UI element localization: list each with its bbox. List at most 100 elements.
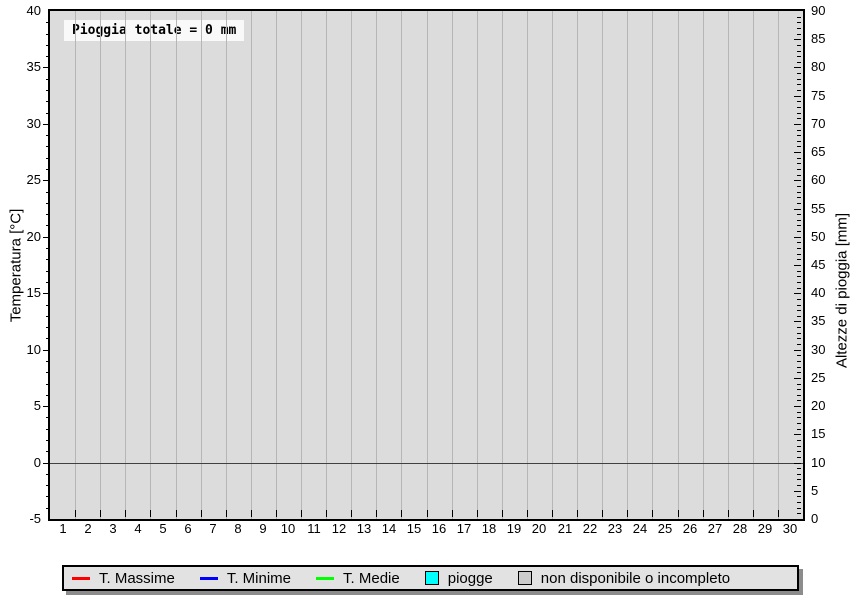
right-axis-tick	[794, 378, 801, 379]
right-axis-tick	[797, 338, 801, 339]
right-axis-tick	[797, 214, 801, 215]
x-axis-tick	[477, 510, 478, 517]
right-axis-tick	[797, 130, 801, 131]
right-axis-tick	[797, 113, 801, 114]
y-left-tick-label: 30	[0, 116, 41, 132]
x-tick-label: 11	[301, 521, 327, 536]
gridline	[100, 11, 101, 519]
right-axis-tick	[794, 406, 801, 407]
x-axis-tick	[176, 510, 177, 517]
x-axis-tick	[351, 510, 352, 517]
y-right-tick-label: 35	[811, 313, 851, 329]
rain-total-annotation: Pioggia totale = 0 mm	[64, 20, 244, 41]
right-axis-tick	[797, 231, 801, 232]
right-axis-tick	[797, 73, 801, 74]
right-axis-tick	[797, 225, 801, 226]
right-axis-tick	[797, 90, 801, 91]
gridline	[502, 11, 503, 519]
x-tick-label: 5	[150, 521, 176, 536]
x-axis-tick	[778, 510, 779, 517]
right-axis-tick	[797, 344, 801, 345]
right-axis-tick	[797, 451, 801, 452]
right-axis-tick	[797, 310, 801, 311]
y-left-tick-label: 40	[0, 3, 41, 19]
left-axis-tick	[43, 67, 50, 68]
x-axis-tick	[251, 510, 252, 517]
x-tick-label: 6	[175, 521, 201, 536]
right-axis-tick	[797, 316, 801, 317]
left-axis-tick	[46, 271, 50, 272]
x-tick-label: 22	[577, 521, 603, 536]
left-axis-tick	[46, 508, 50, 509]
left-axis-tick	[46, 451, 50, 452]
left-axis-tick	[46, 135, 50, 136]
left-axis-tick	[46, 203, 50, 204]
right-axis-tick	[797, 248, 801, 249]
x-axis-tick	[201, 510, 202, 517]
x-tick-label: 12	[326, 521, 352, 536]
weather-chart: Temperatura [°C] Altezze di pioggia [mm]…	[0, 0, 865, 600]
legend-swatch-t-minime	[200, 577, 218, 580]
x-axis-tick	[627, 510, 628, 517]
x-tick-label: 19	[501, 521, 527, 536]
right-axis-tick	[797, 417, 801, 418]
y-right-tick-label: 20	[811, 398, 851, 414]
y-right-tick-label: 30	[811, 342, 851, 358]
legend-swatch-non-disponibile	[518, 571, 532, 585]
right-axis-tick	[797, 141, 801, 142]
right-axis-tick	[797, 513, 801, 514]
x-tick-label: 14	[376, 521, 402, 536]
left-axis-tick	[46, 214, 50, 215]
left-axis-tick	[46, 34, 50, 35]
right-axis-tick	[797, 203, 801, 204]
legend-item-non-disponibile: non disponibile o incompleto	[518, 570, 730, 587]
left-axis-tick	[46, 22, 50, 23]
legend: T. MassimeT. MinimeT. Mediepioggenon dis…	[62, 565, 799, 591]
gridline	[376, 11, 377, 519]
right-axis-tick	[797, 197, 801, 198]
x-tick-label: 15	[401, 521, 427, 536]
left-axis-tick	[46, 113, 50, 114]
right-axis-tick	[797, 389, 801, 390]
legend-label-piogge: piogge	[448, 570, 493, 587]
right-axis-tick	[797, 384, 801, 385]
y-right-tick-label: 80	[811, 59, 851, 75]
y-left-tick-label: 5	[0, 398, 41, 414]
y-right-tick-label: 70	[811, 116, 851, 132]
x-axis-tick	[75, 510, 76, 517]
y-right-tick-label: 10	[811, 455, 851, 471]
y-left-tick-label: 15	[0, 285, 41, 301]
right-axis-tick	[794, 491, 801, 492]
zero-temperature-line	[50, 463, 803, 464]
left-axis-tick	[46, 305, 50, 306]
x-axis-tick	[753, 510, 754, 517]
right-axis-tick	[794, 152, 801, 153]
x-tick-label: 13	[351, 521, 377, 536]
right-axis-tick	[797, 271, 801, 272]
gridline	[401, 11, 402, 519]
right-axis-tick	[797, 468, 801, 469]
x-axis-tick	[150, 510, 151, 517]
right-axis-tick	[797, 333, 801, 334]
gridline	[452, 11, 453, 519]
right-axis-tick	[794, 39, 801, 40]
right-axis-tick	[797, 372, 801, 373]
left-axis-tick	[43, 463, 50, 464]
left-axis-tick	[46, 372, 50, 373]
right-axis-tick	[794, 180, 801, 181]
x-tick-label: 3	[100, 521, 126, 536]
y-right-tick-label: 40	[811, 285, 851, 301]
left-axis-tick	[46, 338, 50, 339]
left-axis-tick	[43, 293, 50, 294]
y-left-tick-label: 35	[0, 59, 41, 75]
right-axis-tick	[794, 350, 801, 351]
x-axis-tick	[502, 510, 503, 517]
right-axis-tick	[797, 496, 801, 497]
gridline	[753, 11, 754, 519]
x-tick-label: 26	[677, 521, 703, 536]
x-axis-tick	[326, 510, 327, 517]
right-axis-tick	[797, 45, 801, 46]
right-axis-tick	[797, 299, 801, 300]
left-axis-tick	[46, 282, 50, 283]
right-axis-tick	[797, 220, 801, 221]
